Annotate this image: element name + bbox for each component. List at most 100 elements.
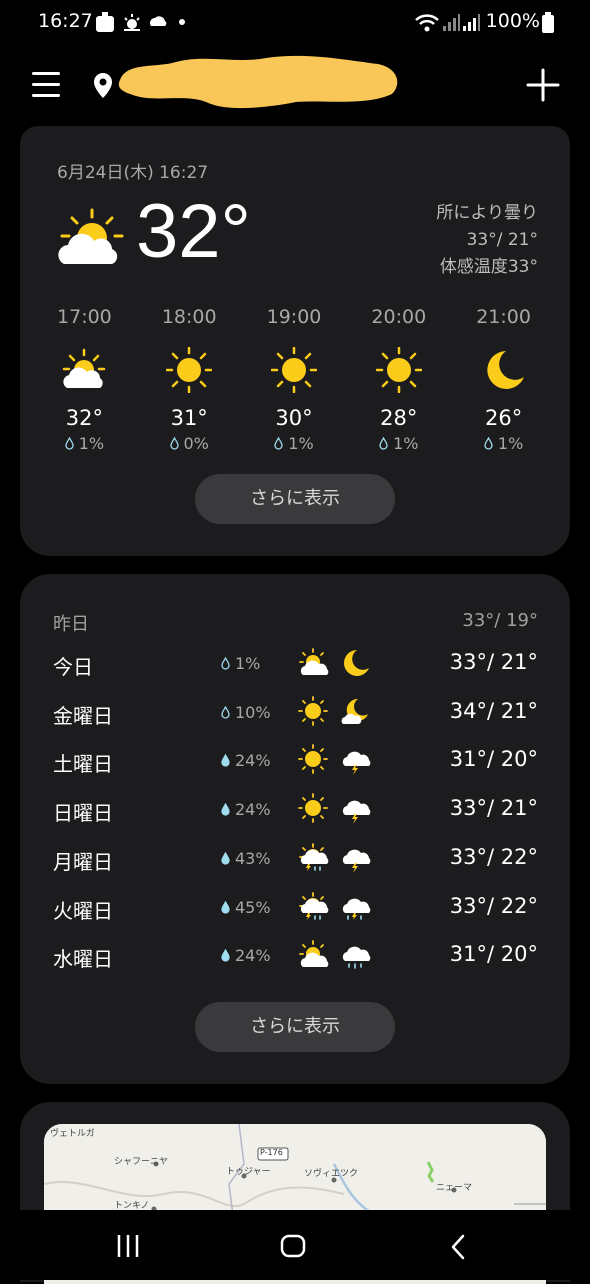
raindrop-icon [221,803,230,816]
hour-precip: 1% [32,434,137,453]
day-name: 日曜日 [53,801,113,826]
more-notifications-dot-icon [179,19,185,25]
recent-apps-button[interactable] [116,1234,140,1258]
menu-icon [32,72,60,75]
day-name: 土曜日 [53,752,113,777]
sun-thunder-rain-icon [299,842,329,871]
home-button[interactable] [280,1234,306,1258]
map-label: ソヴィエツク [304,1169,359,1179]
raindrop-icon [65,437,74,450]
sun-thunder-rain-icon [299,891,329,920]
add-location-button[interactable] [526,68,560,102]
day-temps: 31°/ 20° [449,747,538,772]
map-label: トゥジャー [226,1167,271,1177]
daily-row[interactable]: 日曜日 24% 33°/ 21° [20,789,570,837]
raindrop-icon [221,754,230,768]
rain-cloud-icon [342,946,371,969]
daily-row[interactable]: 月曜日 43% 33°/ 22° [20,838,570,886]
partly-cloudy-day-icon [58,208,124,264]
day-temps: 31°/ 20° [449,942,538,967]
top-app-bar [0,55,590,116]
sun-icon [298,793,328,823]
day-name: 今日 [53,655,93,679]
day-precip: 1% [221,654,260,673]
location-pin-icon [94,73,112,98]
thunderstorm-icon [342,752,371,776]
hour-precip: 0% [137,434,242,453]
yesterday-label: 昨日 [53,614,89,635]
more-hourly-button[interactable]: さらに表示 [195,474,395,524]
daily-row[interactable]: 土曜日 24% 31°/ 20° [20,740,570,788]
day-temps: 33°/ 22° [449,893,538,918]
hour-temp: 28° [380,406,418,430]
yesterday-temps: 33°/ 19° [462,610,538,631]
raindrop-icon [221,657,230,670]
moon-icon [486,351,524,389]
back-button[interactable] [448,1234,468,1260]
sun-icon [375,347,422,393]
hour-temp: 32° [65,406,104,430]
raindrop-icon [221,900,230,914]
hourly-item: 21:00 26° 1% [451,306,556,453]
day-precip: 10% [221,703,271,722]
location-name-redacted[interactable] [116,50,401,116]
daily-row[interactable]: 火曜日 45% 33°/ 22° [20,887,570,935]
current-date: 6月24日(木) 16:27 [57,163,209,183]
raindrop-icon [274,437,283,450]
thunder-rain-icon [342,898,371,920]
current-weather-card[interactable]: 6月24日(木) 16:27 32° 所により曇り 33°/ 21° 体感温度3… [20,126,570,556]
day-name: 月曜日 [53,849,113,874]
sun-icon [166,347,213,393]
condition-text: 所により曇り [436,203,538,223]
day-name: 火曜日 [53,898,113,923]
map-label: ヴェトルガ [50,1129,95,1139]
hour-time: 17:00 [57,306,112,328]
daily-row[interactable]: 金曜日 10% 34°/ 21° [20,692,570,740]
hour-time: 18:00 [161,306,217,328]
current-temperature: 32° [136,189,251,274]
battery-icon [542,12,554,33]
day-precip: 43% [221,849,271,868]
notification-app-icon [96,12,114,32]
thunderstorm-icon [342,849,371,873]
hour-time: 20:00 [371,306,427,328]
current-condition-block: 所により曇り 33°/ 21° 体感温度33° [436,200,538,281]
hour-temp: 26° [484,406,523,430]
high-low-temp: 33°/ 21° [466,230,538,250]
cloud-notif-icon [150,16,167,26]
day-name: 水曜日 [53,947,113,972]
daily-row[interactable]: 水曜日 24% 31°/ 20° [20,935,570,983]
signal-icon-1 [443,14,460,31]
raindrop-icon [379,437,388,450]
hourly-forecast: 17:00 32° 1% 18:00 31° 0% 19:00 30° 1% 2… [32,306,556,453]
moon-cloud-icon [341,698,368,724]
partly-cloudy-icon [63,348,106,388]
day-temps: 33°/ 21° [449,796,538,821]
hour-precip: 1% [346,434,451,453]
raindrop-icon [221,851,230,865]
partly-cloudy-icon [299,940,329,968]
thunderstorm-icon [342,800,371,825]
day-precip: 24% [221,751,271,770]
hourly-item: 18:00 31° 0% [137,306,242,453]
menu-button[interactable] [32,72,60,98]
wifi-icon [415,14,439,32]
hour-temp: 31° [170,406,208,430]
raindrop-icon [221,705,230,719]
hourly-item: 20:00 28° 1% [346,306,451,453]
hourly-item: 19:00 30° 1% [242,306,347,453]
map-label: ニェーマ [436,1183,473,1193]
hour-temp: 30° [275,406,313,430]
signal-icon-2 [463,14,480,31]
more-daily-button[interactable]: さらに表示 [195,1002,395,1052]
status-time: 16:27 [38,10,93,32]
hour-time: 21:00 [476,306,531,328]
raindrop-icon [169,437,179,450]
status-bar: 16:27 100% [0,0,590,46]
hourly-item: 17:00 32° 1% [32,306,137,453]
system-navigation-bar [0,1210,590,1280]
day-temps: 33°/ 21° [449,650,538,674]
daily-row[interactable]: 今日 1% 33°/ 21° [20,643,570,691]
weather-notif-icon [124,14,140,31]
day-temps: 34°/ 21° [449,698,538,723]
